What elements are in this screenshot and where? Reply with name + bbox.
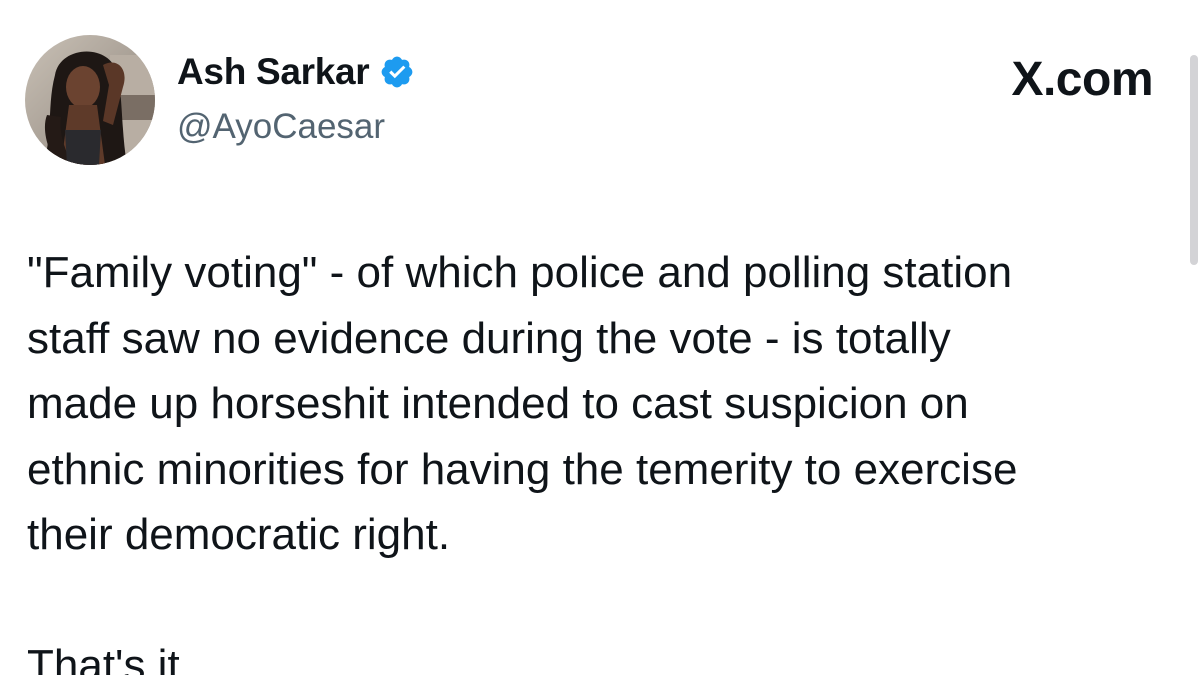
- user-handle[interactable]: @AyoCaesar: [177, 104, 385, 150]
- display-name[interactable]: Ash Sarkar: [177, 49, 370, 95]
- verified-badge-icon: [382, 56, 413, 88]
- profile-photo-icon: [25, 35, 155, 165]
- avatar[interactable]: [25, 35, 155, 165]
- x-com-logo: X.com: [1011, 53, 1153, 106]
- scrollbar-thumb[interactable]: [1190, 55, 1198, 265]
- tweet-screenshot: Ash Sarkar @AyoCaesar X.com "Family voti…: [0, 0, 1200, 675]
- author-name-row: Ash Sarkar: [177, 49, 415, 95]
- tweet-text: "Family voting" - of which police and po…: [27, 248, 1018, 675]
